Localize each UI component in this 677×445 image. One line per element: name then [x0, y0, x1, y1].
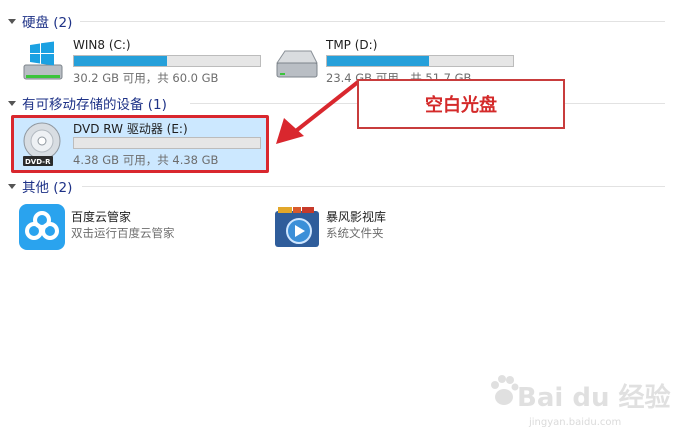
paw-icon	[491, 375, 519, 405]
collapse-chevron-icon[interactable]	[8, 100, 16, 106]
group-divider	[80, 21, 665, 22]
drive-name: TMP (D:)	[326, 38, 378, 52]
drive-item-c[interactable]: WIN8 (C:) 30.2 GB 可用，共 60.0 GB	[10, 35, 270, 89]
group-label: 硬盘 (2)	[22, 15, 73, 31]
item-name: 暴风影视库	[326, 210, 387, 224]
annotation-callout: 空白光盘	[357, 79, 565, 129]
item-subtitle: 双击运行百度云管家	[71, 226, 175, 240]
other-item-media-library[interactable]: 暴风影视库 系统文件夹	[273, 203, 503, 251]
group-header-other[interactable]: 其他 (2)	[8, 177, 73, 196]
item-name: 百度云管家	[71, 210, 132, 224]
group-label: 其他 (2)	[22, 180, 73, 196]
drive-usage-bar	[326, 55, 514, 67]
annotation-arrow-icon	[276, 80, 360, 144]
drive-name: WIN8 (C:)	[73, 38, 131, 52]
collapse-chevron-icon[interactable]	[8, 183, 16, 189]
watermark-text: Bai du 经验	[517, 383, 671, 413]
watermark-url: jingyan.baidu.com	[529, 417, 622, 428]
group-header-hard-disks[interactable]: 硬盘 (2)	[8, 12, 73, 31]
group-divider	[82, 186, 665, 187]
drive-capacity: 30.2 GB 可用，共 60.0 GB	[73, 71, 219, 85]
group-header-removable[interactable]: 有可移动存储的设备 (1)	[8, 94, 167, 113]
item-subtitle: 系统文件夹	[326, 226, 384, 240]
media-library-folder-icon	[275, 207, 319, 247]
collapse-chevron-icon[interactable]	[8, 18, 16, 24]
highlight-box	[11, 115, 269, 173]
other-item-baidu[interactable]: 百度云管家 双击运行百度云管家	[18, 203, 248, 251]
group-label: 有可移动存储的设备 (1)	[22, 97, 167, 113]
baidu-watermark: Bai du 经验 jingyan.baidu.com	[489, 369, 671, 439]
windows-drive-icon	[23, 41, 63, 80]
baidu-cloud-icon	[19, 204, 65, 250]
drive-usage-bar	[73, 55, 261, 67]
